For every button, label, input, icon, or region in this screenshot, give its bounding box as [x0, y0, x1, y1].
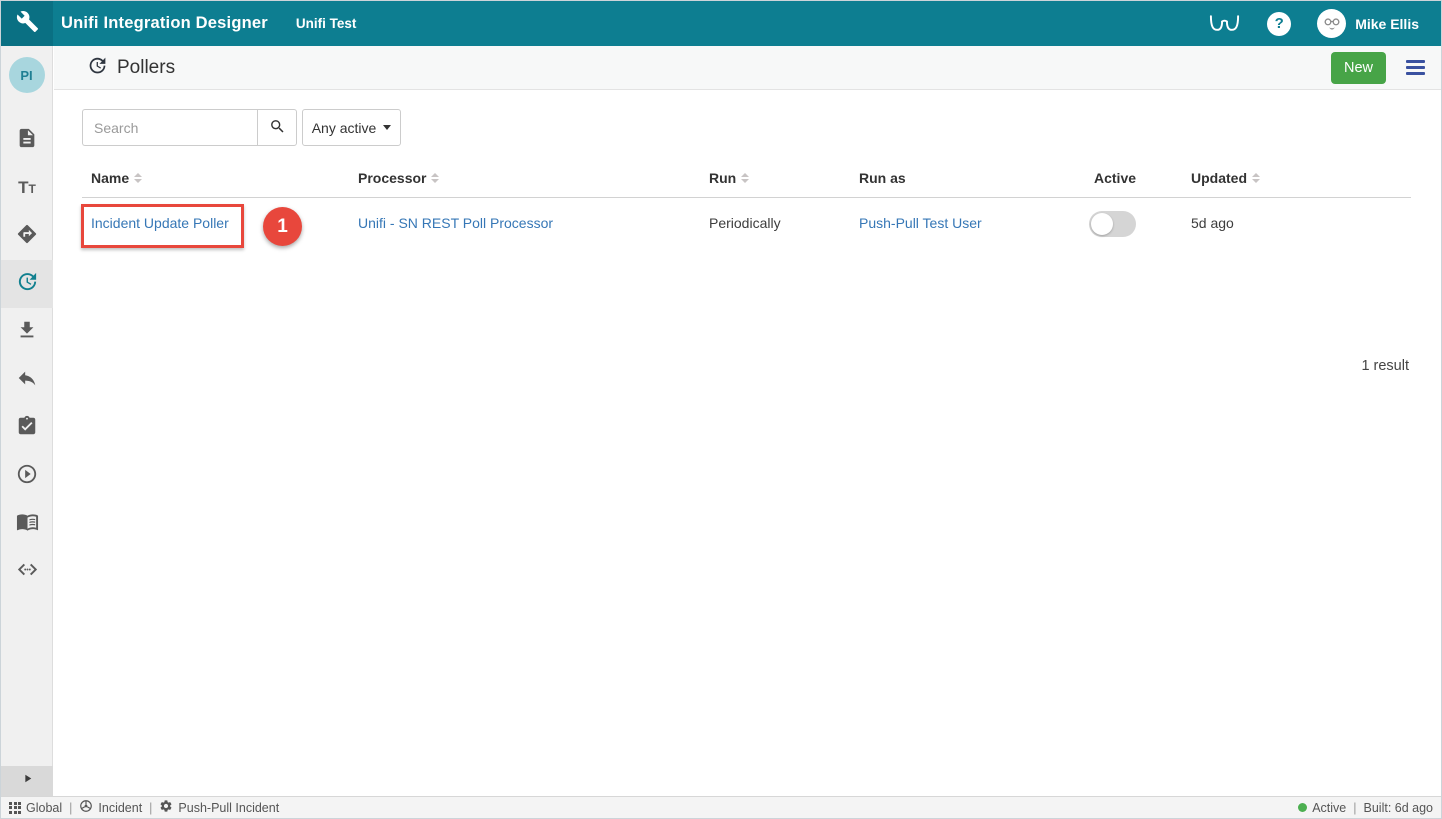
- processor-link[interactable]: Unifi - SN REST Poll Processor: [358, 215, 553, 231]
- sidebar-item-run[interactable]: [1, 452, 53, 500]
- column-header-active: Active: [1094, 170, 1136, 186]
- app-logo[interactable]: [1, 1, 53, 46]
- app-title: Unifi Integration Designer: [61, 14, 268, 33]
- column-header-processor[interactable]: Processor: [358, 170, 439, 186]
- sort-icon: [431, 173, 439, 183]
- help-icon[interactable]: ?: [1267, 12, 1291, 36]
- process-item[interactable]: Push-Pull Incident: [159, 799, 279, 816]
- user-avatar[interactable]: [1317, 9, 1346, 38]
- page-header: Pollers New: [54, 46, 1441, 90]
- search-input[interactable]: [82, 109, 257, 146]
- pollers-icon: [87, 55, 108, 81]
- app-subtitle: Unifi Test: [296, 16, 357, 31]
- integration-label: Incident: [98, 801, 142, 815]
- status-bar: Global | Incident | Push-Pull Incident: [1, 796, 1441, 818]
- download-icon: [16, 319, 38, 346]
- top-bar-actions: ? Mike Ellis: [1208, 9, 1441, 38]
- app-window: Unifi Integration Designer Unifi Test ?: [0, 0, 1442, 819]
- caret-right-icon: [21, 772, 34, 790]
- sidebar: PI TT: [1, 46, 53, 796]
- sidebar-item-tasks[interactable]: [1, 404, 53, 452]
- active-filter-label: Any active: [312, 120, 377, 136]
- preview-glasses-icon[interactable]: [1208, 13, 1241, 35]
- user-name[interactable]: Mike Ellis: [1355, 16, 1419, 32]
- code-icon: [16, 558, 39, 586]
- column-header-name[interactable]: Name: [91, 170, 142, 186]
- status-label: Active: [1312, 801, 1346, 815]
- transform-icon: [16, 223, 38, 250]
- active-toggle[interactable]: [1089, 211, 1136, 237]
- menu-icon[interactable]: [1404, 56, 1427, 79]
- scope-label: Global: [26, 801, 62, 815]
- integration-item[interactable]: Incident: [79, 799, 142, 816]
- sidebar-item-code[interactable]: [1, 548, 53, 596]
- column-header-run[interactable]: Run: [709, 170, 749, 186]
- wrench-icon: [16, 10, 39, 38]
- document-icon: [16, 127, 38, 154]
- status-active-dot: [1298, 803, 1307, 812]
- column-header-run-as: Run as: [859, 170, 906, 186]
- undo-icon: [16, 367, 38, 394]
- search-button[interactable]: [257, 109, 297, 146]
- top-bar: Unifi Integration Designer Unifi Test ?: [1, 1, 1441, 46]
- gear-icon: [159, 799, 173, 816]
- table-header-row: Name Processor Run Run as Active Updated: [82, 161, 1411, 198]
- sidebar-item-undo[interactable]: [1, 356, 53, 404]
- sidebar-item-download[interactable]: [1, 308, 53, 356]
- scope-item[interactable]: Global: [9, 801, 62, 815]
- new-button[interactable]: New: [1331, 52, 1386, 84]
- grid-icon: [9, 802, 21, 814]
- process-label: Push-Pull Incident: [178, 801, 279, 815]
- play-circle-icon: [16, 463, 38, 490]
- sidebar-item-typography[interactable]: TT: [1, 164, 53, 212]
- main-content: Any active Name Processor Run Run as Act…: [54, 90, 1441, 796]
- clipboard-check-icon: [16, 415, 38, 442]
- chevron-down-icon: [383, 125, 391, 130]
- results-count: 1 result: [1361, 358, 1409, 374]
- annotation-highlight-box: [81, 204, 244, 248]
- separator: |: [1353, 801, 1356, 815]
- updated-value: 5d ago: [1191, 215, 1234, 231]
- search-icon: [269, 118, 286, 138]
- page-title: Pollers: [117, 57, 175, 79]
- poller-icon: [16, 270, 39, 298]
- sort-icon: [741, 173, 749, 183]
- sidebar-item-transform[interactable]: [1, 212, 53, 260]
- integration-avatar[interactable]: PI: [9, 57, 45, 93]
- helm-icon: [79, 799, 93, 816]
- run-as-link[interactable]: Push-Pull Test User: [859, 215, 982, 231]
- separator: |: [69, 801, 72, 815]
- sidebar-item-documentation[interactable]: [1, 500, 53, 548]
- sort-icon: [134, 173, 142, 183]
- sidebar-item-pollers[interactable]: [1, 260, 53, 308]
- run-value: Periodically: [709, 215, 781, 231]
- typography-icon: TT: [18, 178, 36, 198]
- active-filter-dropdown[interactable]: Any active: [302, 109, 401, 146]
- column-header-updated[interactable]: Updated: [1191, 170, 1260, 186]
- separator: |: [149, 801, 152, 815]
- sort-icon: [1252, 173, 1260, 183]
- sidebar-item-documents[interactable]: [1, 116, 53, 164]
- annotation-step-badge: 1: [263, 207, 302, 246]
- book-icon: [16, 510, 39, 538]
- sidebar-collapse-button[interactable]: [1, 766, 53, 796]
- toggle-knob: [1091, 213, 1113, 235]
- built-label: Built: 6d ago: [1364, 801, 1434, 815]
